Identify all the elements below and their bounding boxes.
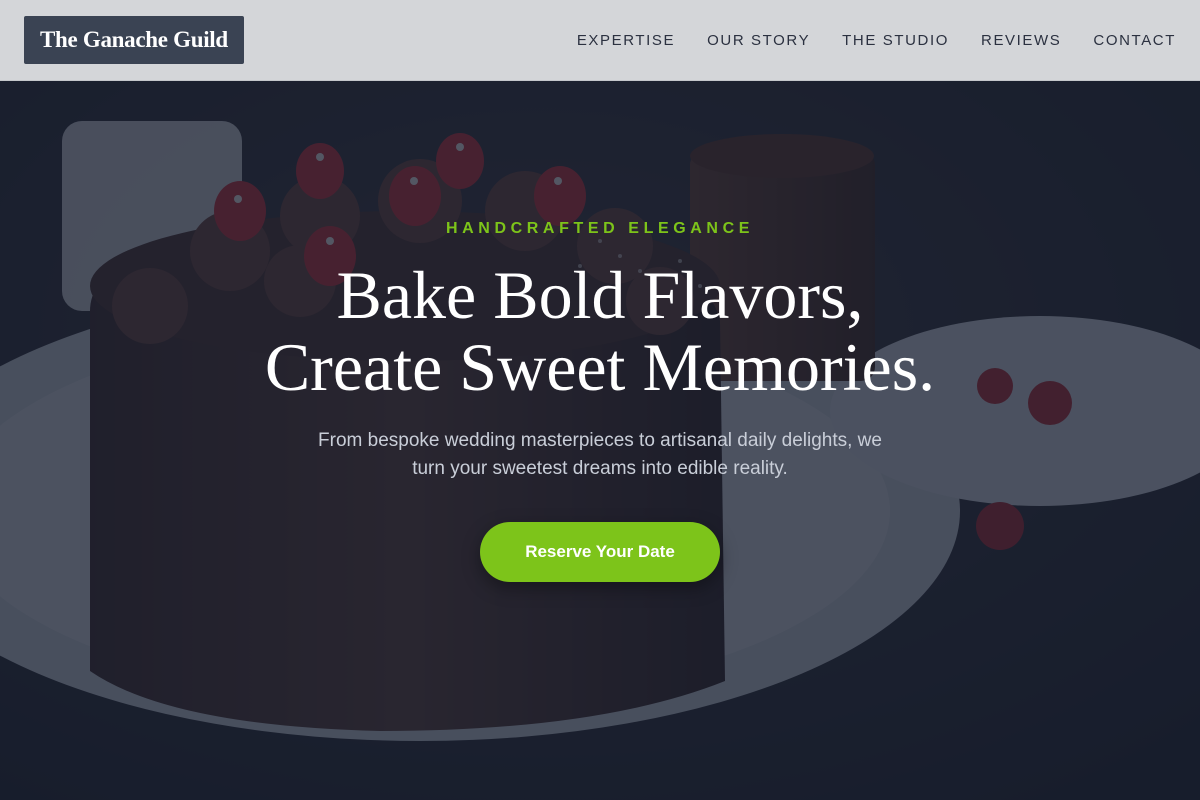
nav-reviews[interactable]: REVIEWS [981,32,1061,49]
hero-subcopy: From bespoke wedding masterpieces to art… [270,427,930,483]
hero-subcopy-line-1: From bespoke wedding masterpieces to art… [318,430,882,451]
hero-headline: Bake Bold Flavors, Create Sweet Memories… [0,259,1200,403]
reserve-date-button[interactable]: Reserve Your Date [480,522,720,582]
nav-our-story[interactable]: OUR STORY [707,32,810,49]
nav-expertise[interactable]: EXPERTISE [577,32,675,49]
nav-contact[interactable]: CONTACT [1093,32,1176,49]
hero-headline-line-2: Create Sweet Memories. [264,329,936,405]
hero-section: HANDCRAFTED ELEGANCE Bake Bold Flavors, … [0,81,1200,800]
hero-content: HANDCRAFTED ELEGANCE Bake Bold Flavors, … [0,81,1200,800]
nav-the-studio[interactable]: THE STUDIO [842,32,949,49]
site-header: The Ganache Guild EXPERTISE OUR STORY TH… [0,0,1200,81]
hero-eyebrow: HANDCRAFTED ELEGANCE [446,220,754,237]
hero-headline-line-1: Bake Bold Flavors, [336,257,864,333]
brand-logo[interactable]: The Ganache Guild [24,16,244,64]
hero-subcopy-line-2: turn your sweetest dreams into edible re… [412,458,788,479]
main-nav: EXPERTISE OUR STORY THE STUDIO REVIEWS C… [577,32,1176,49]
